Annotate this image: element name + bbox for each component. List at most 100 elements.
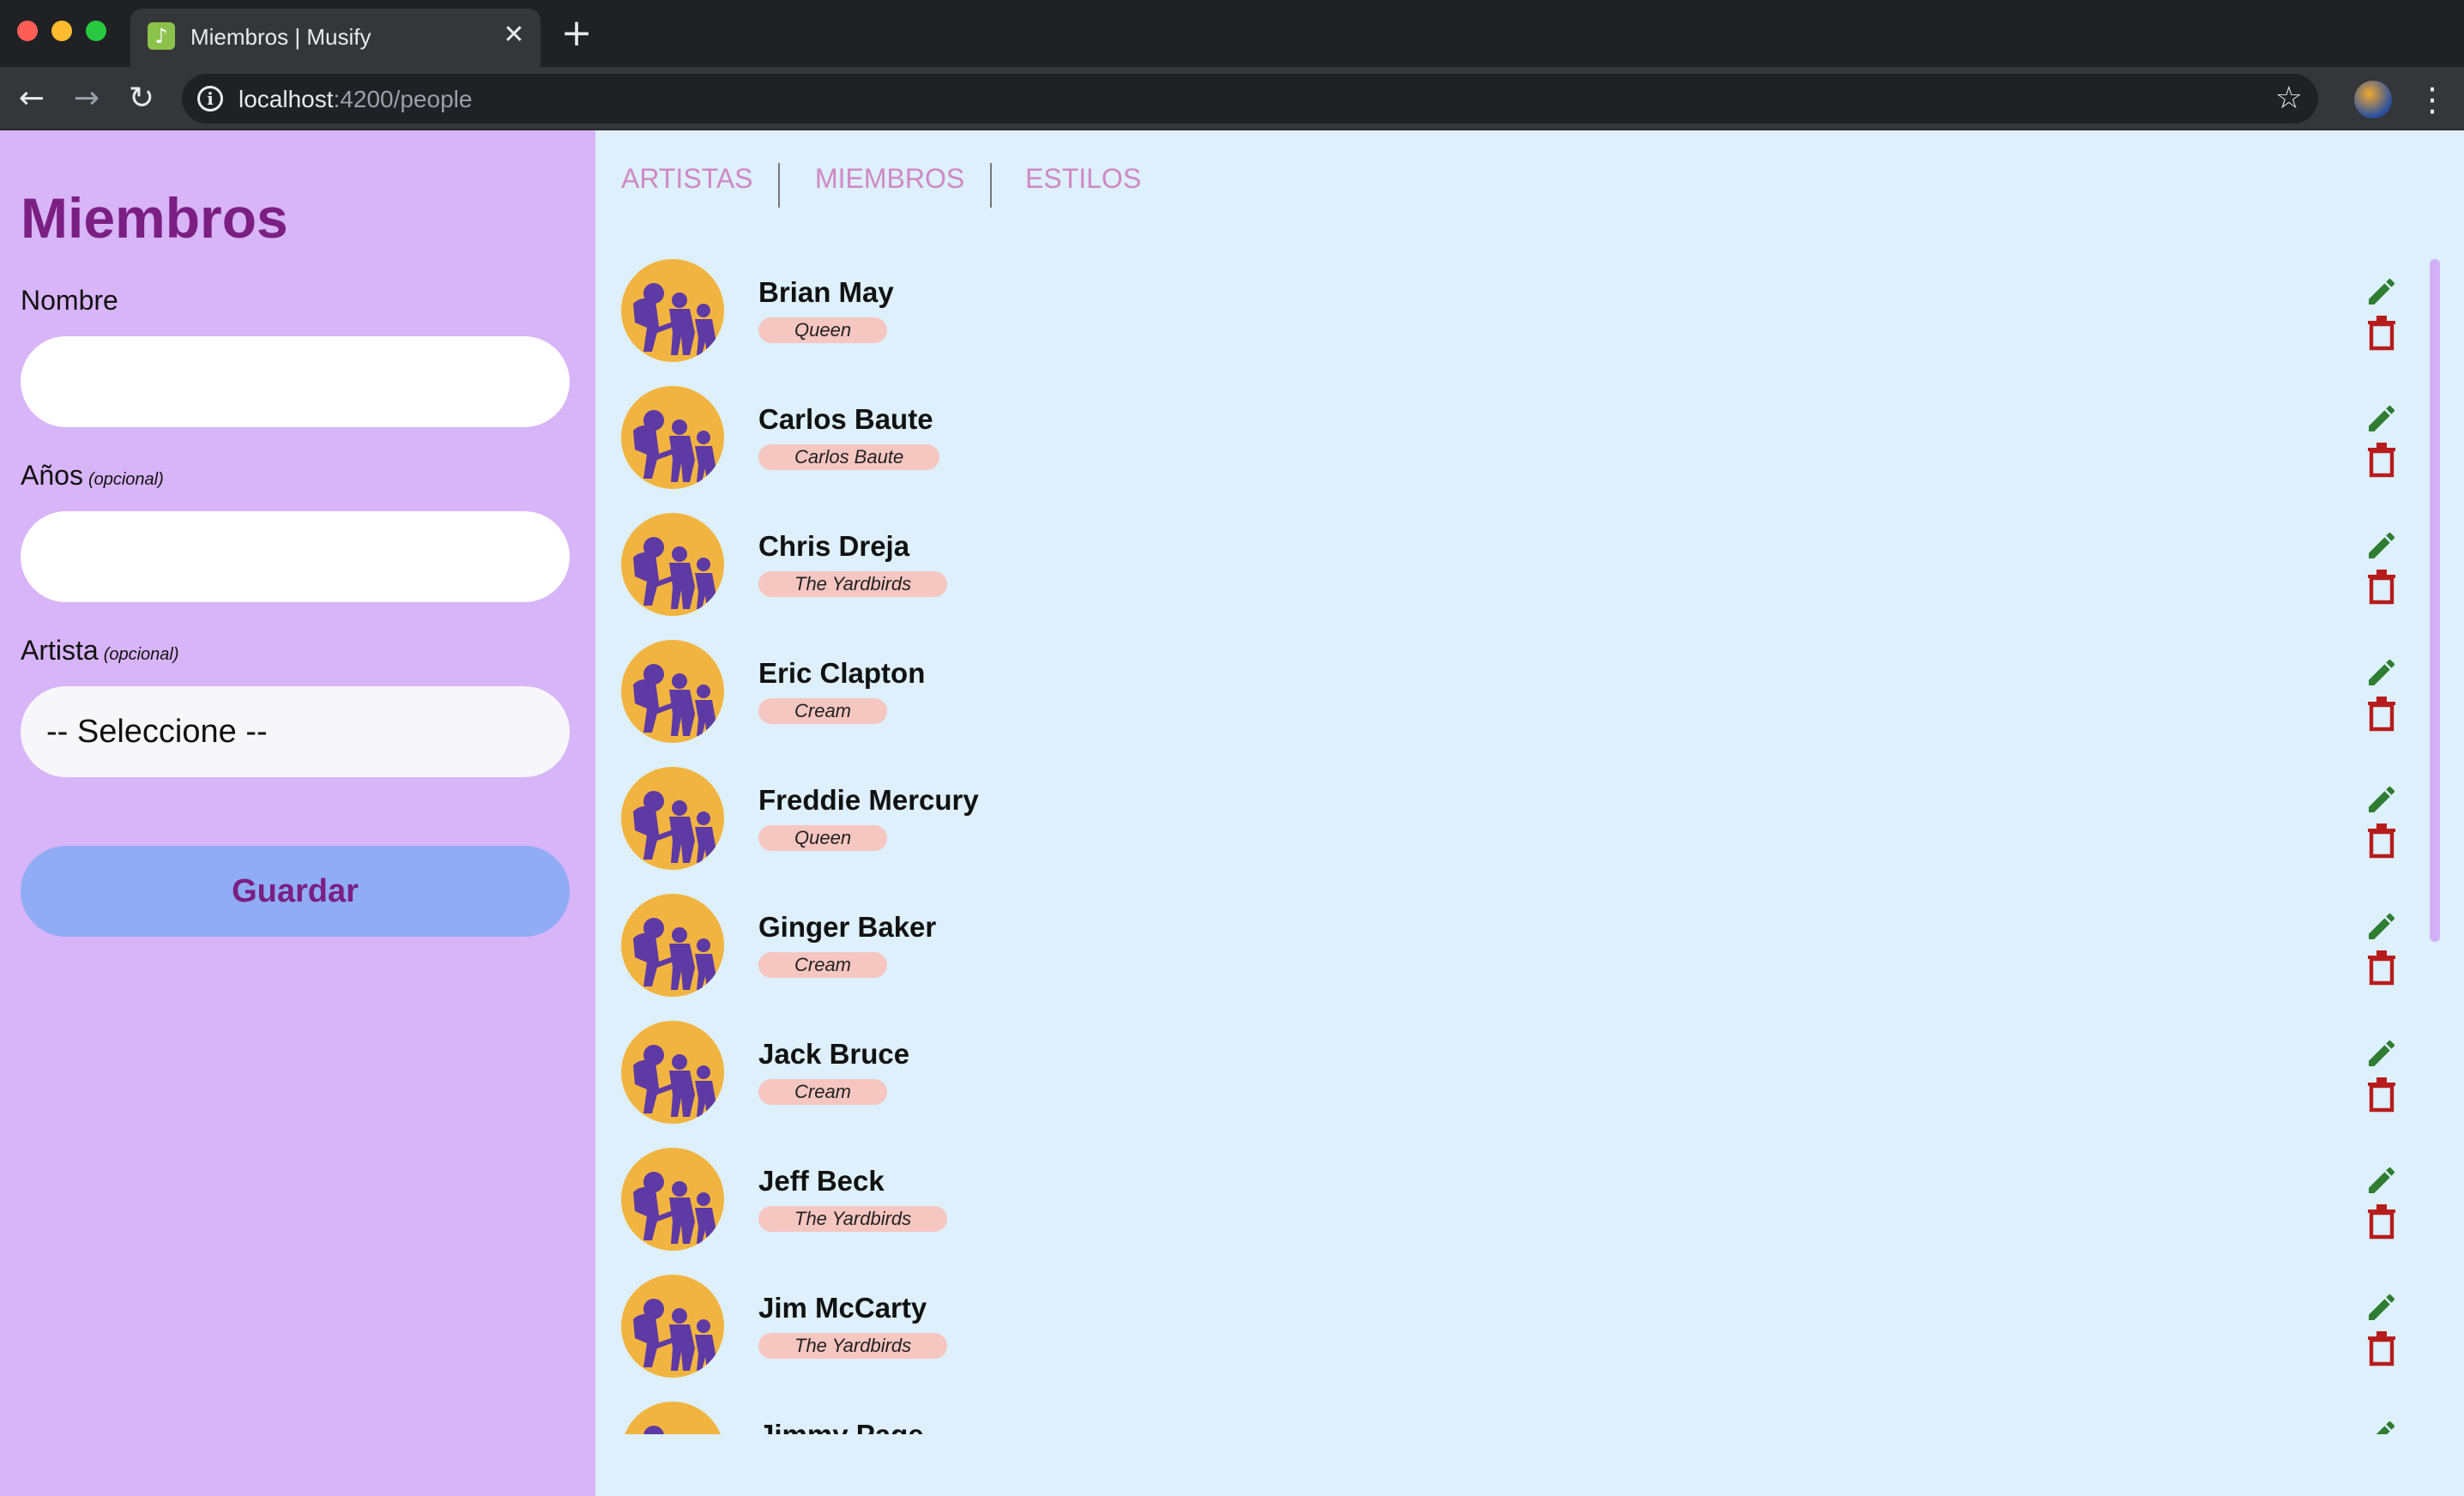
url-path: :4200/people	[333, 86, 473, 112]
close-tab-icon[interactable]: ✕	[499, 21, 528, 50]
member-row: Jack Bruce Cream	[595, 1021, 2464, 1148]
browser-tab-bar: ♪ Miembros | Musify ✕ +	[0, 0, 2464, 67]
member-avatar	[621, 1021, 724, 1124]
back-arrow-icon[interactable]: ←	[14, 81, 50, 117]
members-list-panel: ARTISTAS MIEMBROS ESTILOS Brian May Quee…	[595, 130, 2464, 1496]
member-list: Brian May Queen Carlos Baute Carlos Baut…	[595, 259, 2464, 1434]
member-avatar	[621, 894, 724, 997]
member-avatar	[621, 1402, 724, 1434]
artist-badge: Cream	[758, 698, 888, 724]
tab-title: Miembros | Musify	[190, 24, 371, 50]
band-silhouette-icon	[643, 1426, 664, 1434]
member-avatar	[621, 259, 724, 362]
edit-pencil-icon[interactable]	[2364, 1290, 2399, 1324]
edit-pencil-icon[interactable]	[2364, 1163, 2399, 1197]
bookmark-star-icon[interactable]: ☆	[2275, 81, 2303, 116]
artist-label: Artista (opcional)	[21, 635, 179, 667]
band-silhouette-icon	[633, 664, 716, 736]
delete-trash-icon[interactable]	[2366, 823, 2397, 860]
artist-badge: Cream	[758, 952, 888, 978]
artist-badge: Queen	[758, 317, 888, 343]
delete-trash-icon[interactable]	[2366, 950, 2397, 986]
nav-divider	[990, 163, 992, 208]
member-avatar	[621, 767, 724, 870]
edit-pencil-icon[interactable]	[2364, 528, 2399, 563]
edit-pencil-icon[interactable]	[2364, 274, 2399, 309]
tab-estilos[interactable]: ESTILOS	[1025, 163, 1141, 195]
years-label-text: Años	[21, 460, 83, 491]
forward-arrow-icon[interactable]: →	[69, 81, 105, 117]
member-row: Carlos Baute Carlos Baute	[595, 386, 2464, 513]
band-silhouette-icon	[633, 283, 716, 355]
reload-icon[interactable]: ↻	[124, 81, 160, 117]
delete-trash-icon[interactable]	[2366, 443, 2397, 479]
member-avatar	[621, 513, 724, 616]
member-name: Chris Dreja	[758, 530, 910, 562]
close-window-button[interactable]	[17, 21, 38, 41]
years-label: Años (opcional)	[21, 460, 164, 492]
edit-pencil-icon[interactable]	[2364, 782, 2399, 817]
profile-avatar[interactable]	[2354, 81, 2392, 118]
info-icon[interactable]: i	[197, 86, 223, 112]
tab-artistas[interactable]: ARTISTAS	[621, 163, 753, 195]
member-row: Ginger Baker Cream	[595, 894, 2464, 1021]
delete-trash-icon[interactable]	[2366, 1331, 2397, 1367]
name-input[interactable]	[21, 336, 570, 427]
member-name: Freddie Mercury	[758, 784, 979, 816]
save-button[interactable]: Guardar	[21, 846, 570, 937]
new-tab-icon[interactable]: +	[559, 15, 594, 52]
page-title: Miembros	[21, 186, 288, 250]
band-silhouette-icon	[633, 791, 716, 863]
url-text[interactable]: localhost:4200/people	[239, 86, 472, 113]
name-label: Nombre	[21, 285, 118, 317]
edit-pencil-icon[interactable]	[2364, 909, 2399, 944]
minimize-window-button[interactable]	[51, 21, 72, 41]
edit-pencil-icon[interactable]	[2364, 655, 2399, 690]
artist-badge: Cream	[758, 1079, 888, 1105]
member-row: Eric Clapton Cream	[595, 640, 2464, 767]
browser-toolbar: ← → ↻ i localhost:4200/people ☆ ⋮	[0, 67, 2464, 130]
artist-optional-text: (opcional)	[103, 645, 179, 664]
years-input[interactable]	[21, 511, 570, 602]
delete-trash-icon[interactable]	[2366, 1077, 2397, 1113]
member-row: Jimmy Page Led Zeppelin	[595, 1402, 2464, 1434]
edit-pencil-icon[interactable]	[2364, 1417, 2399, 1434]
member-avatar	[621, 1148, 724, 1251]
artist-select[interactable]: -- Seleccione --	[21, 686, 570, 777]
member-row: Jim McCarty The Yardbirds	[595, 1275, 2464, 1402]
member-name: Ginger Baker	[758, 911, 937, 943]
delete-trash-icon[interactable]	[2366, 316, 2397, 352]
delete-trash-icon[interactable]	[2366, 570, 2397, 606]
browser-menu-icon[interactable]: ⋮	[2416, 81, 2449, 118]
band-silhouette-icon	[633, 410, 716, 482]
member-avatar	[621, 1275, 724, 1378]
band-silhouette-icon	[633, 1172, 716, 1244]
band-silhouette-icon	[633, 537, 716, 609]
member-name: Carlos Baute	[758, 403, 933, 435]
edit-pencil-icon[interactable]	[2364, 1036, 2399, 1071]
member-avatar	[621, 640, 724, 743]
maximize-window-button[interactable]	[86, 21, 106, 41]
address-bar[interactable]: i localhost:4200/people ☆	[182, 74, 2318, 124]
list-scrollbar[interactable]	[2430, 259, 2440, 942]
member-form-panel: Miembros Nombre Años (opcional) Artista (o…	[0, 130, 595, 1496]
artist-badge: The Yardbirds	[758, 1206, 948, 1232]
member-name: Jack Bruce	[758, 1038, 910, 1070]
delete-trash-icon[interactable]	[2366, 697, 2397, 733]
artist-badge: The Yardbirds	[758, 571, 948, 597]
member-name: Eric Clapton	[758, 657, 926, 689]
artist-badge: Carlos Baute	[758, 444, 940, 470]
artist-label-text: Artista	[21, 635, 99, 666]
member-name: Jimmy Page	[758, 1419, 924, 1434]
band-silhouette-icon	[633, 1299, 716, 1371]
music-favicon-icon: ♪	[148, 22, 175, 50]
tab-miembros[interactable]: MIEMBROS	[815, 163, 964, 195]
url-host: localhost	[239, 86, 334, 112]
browser-tab[interactable]: ♪ Miembros | Musify ✕	[130, 9, 541, 67]
nav-divider	[778, 163, 780, 208]
member-name: Jeff Beck	[758, 1165, 885, 1197]
years-optional-text: (opcional)	[88, 470, 164, 489]
artist-badge: Queen	[758, 825, 888, 851]
delete-trash-icon[interactable]	[2366, 1204, 2397, 1240]
edit-pencil-icon[interactable]	[2364, 401, 2399, 436]
